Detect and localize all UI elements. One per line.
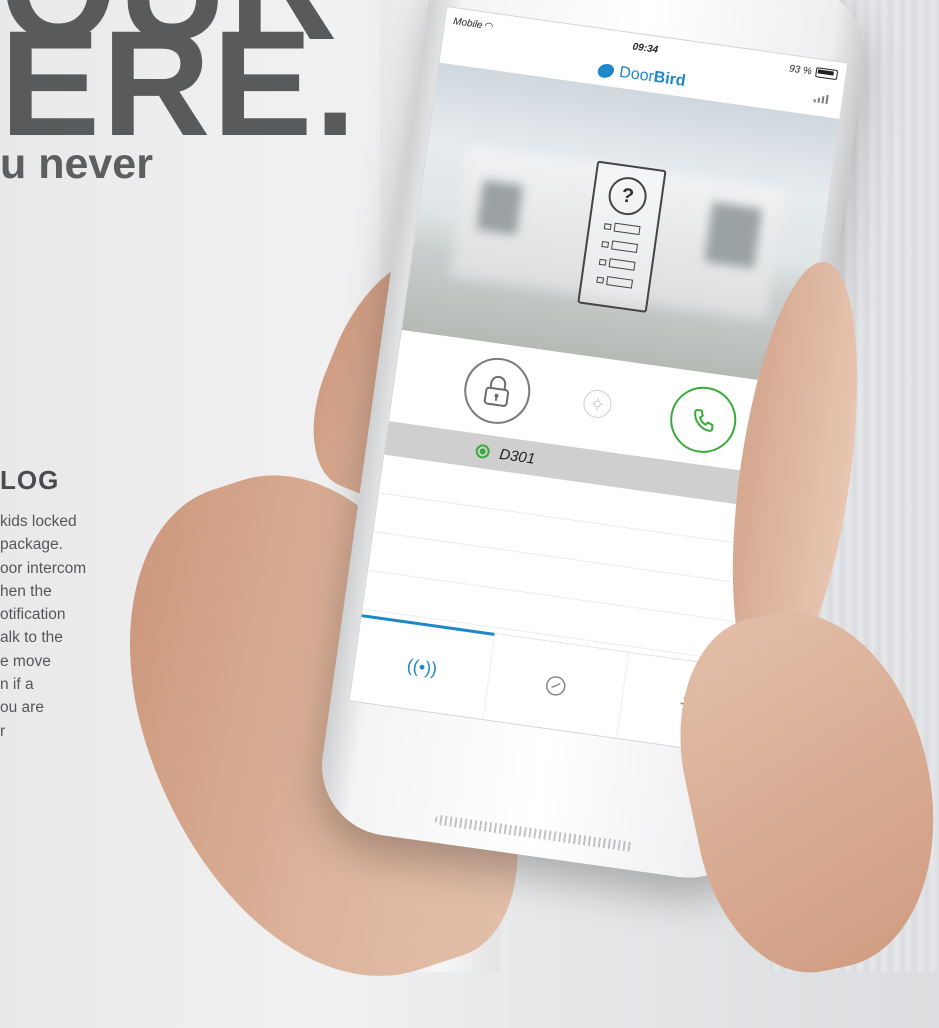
battery-percent: 93 %: [788, 62, 813, 77]
device-name: D301: [498, 445, 537, 468]
clock-icon: [546, 676, 566, 696]
call-button[interactable]: [665, 382, 741, 458]
phone-call-icon: [694, 408, 714, 432]
battery-status: 93 %: [788, 62, 839, 81]
logo-text-bold: Bird: [652, 68, 687, 90]
tab-live[interactable]: ((•)): [349, 615, 496, 720]
light-button[interactable]: [581, 388, 614, 420]
lock-icon: [483, 376, 510, 407]
tab-history[interactable]: [483, 633, 630, 738]
bird-logo-icon: [596, 62, 615, 79]
logo-text-regular: Door: [618, 63, 655, 86]
signal-strength-icon: [813, 93, 829, 105]
section-title: LOG: [0, 465, 60, 495]
device-selected-radio-icon[interactable]: [474, 443, 491, 460]
unlock-door-button[interactable]: [459, 353, 535, 429]
battery-icon: [815, 67, 839, 81]
video-window-blur: [476, 179, 524, 235]
broadcast-icon: ((•)): [405, 654, 439, 679]
video-window-blur: [704, 202, 763, 269]
hero-headline-line2: ERE.: [0, 0, 359, 167]
light-bulb-icon: [591, 397, 604, 410]
speaker-grille: [434, 814, 634, 853]
help-icon: ?: [606, 174, 650, 218]
hero-subheadline: u never: [0, 140, 153, 188]
